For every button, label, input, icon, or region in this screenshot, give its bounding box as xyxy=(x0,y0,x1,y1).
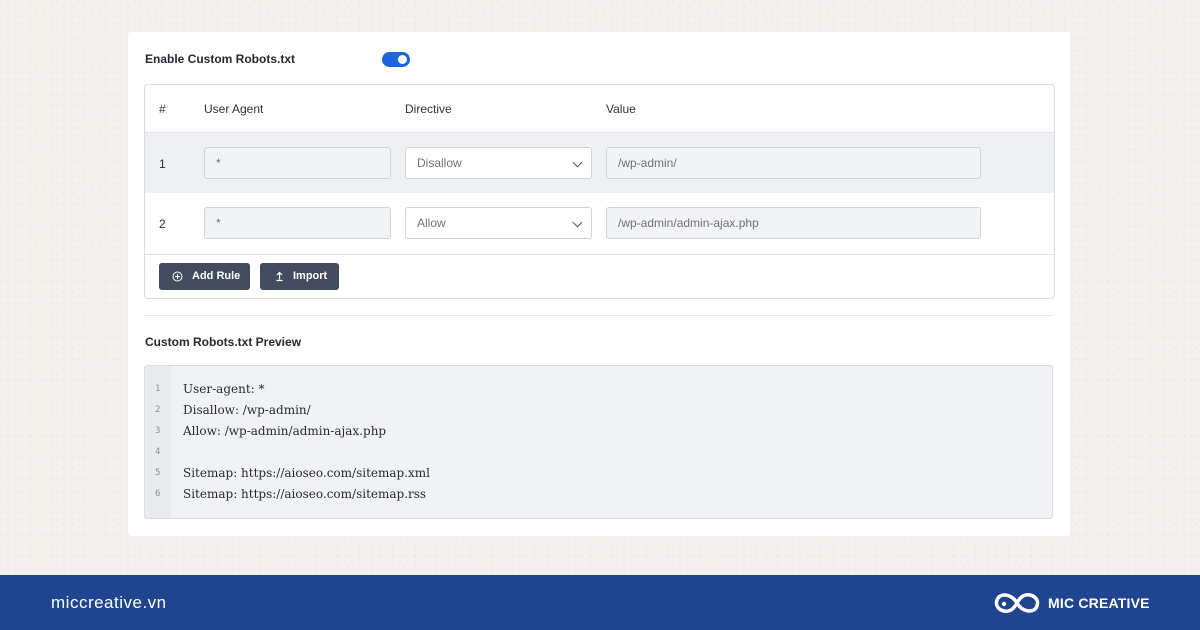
code-line: 4 xyxy=(145,445,1045,465)
line-number: 2 xyxy=(155,405,161,415)
code-text: Disallow: /wp-admin/ xyxy=(183,403,311,417)
add-rule-button[interactable]: Add Rule xyxy=(159,263,250,290)
header-directive: Directive xyxy=(405,102,452,116)
line-number: 3 xyxy=(155,426,161,436)
chevron-down-icon xyxy=(572,157,583,168)
line-number: 1 xyxy=(155,384,161,394)
directive-select-value: Allow xyxy=(417,216,446,230)
brand-name: MIC CREATIVE xyxy=(1048,595,1150,611)
code-line: 3 Allow: /wp-admin/admin-ajax.php xyxy=(145,424,1045,444)
robots-settings-card: Enable Custom Robots.txt # User Agent Di… xyxy=(128,32,1070,536)
site-url: miccreative.vn xyxy=(51,593,167,612)
line-number: 4 xyxy=(155,447,161,457)
add-rule-label: Add Rule xyxy=(192,270,241,282)
rules-table: # User Agent Directive Value 1 * Disallo… xyxy=(144,84,1055,299)
value-input[interactable]: /wp-admin/admin-ajax.php xyxy=(606,207,981,239)
table-row: 1 * Disallow /wp-admin/ xyxy=(145,132,1054,193)
row-number: 1 xyxy=(159,157,166,171)
header-number: # xyxy=(159,102,166,116)
code-text: User-agent: * xyxy=(183,382,265,396)
section-divider xyxy=(144,315,1053,316)
user-agent-input[interactable]: * xyxy=(204,147,391,179)
infinity-logo-icon xyxy=(992,588,1042,623)
import-label: Import xyxy=(293,270,328,282)
enable-custom-robots-row: Enable Custom Robots.txt xyxy=(145,52,445,76)
user-agent-input[interactable]: * xyxy=(204,207,391,239)
header-user-agent: User Agent xyxy=(204,102,264,116)
row-number: 2 xyxy=(159,217,166,231)
directive-select[interactable]: Allow xyxy=(405,207,592,239)
footer-bar: miccreative.vn MIC CREATIVE xyxy=(0,575,1200,630)
import-button[interactable]: Import xyxy=(260,263,339,290)
enable-custom-robots-label: Enable Custom Robots.txt xyxy=(145,52,296,66)
code-text: Allow: /wp-admin/admin-ajax.php xyxy=(183,424,387,438)
preview-title: Custom Robots.txt Preview xyxy=(145,335,302,349)
toggle-knob xyxy=(398,55,407,64)
robots-preview-code: 1 User-agent: * 2 Disallow: /wp-admin/ 3… xyxy=(144,365,1053,519)
code-text: Sitemap: https://aioseo.com/sitemap.xml xyxy=(183,466,431,480)
plus-circle-icon xyxy=(172,263,183,298)
code-text: Sitemap: https://aioseo.com/sitemap.rss xyxy=(183,487,427,501)
line-number: 6 xyxy=(155,489,161,499)
code-line: 1 User-agent: * xyxy=(145,382,1045,402)
chevron-down-icon xyxy=(572,217,583,228)
enable-custom-robots-toggle[interactable] xyxy=(382,52,410,67)
code-line: 2 Disallow: /wp-admin/ xyxy=(145,403,1045,423)
rules-actions: Add Rule Import xyxy=(145,254,1054,298)
table-row: 2 * Allow /wp-admin/admin-ajax.php xyxy=(145,193,1054,253)
line-number: 5 xyxy=(155,468,161,478)
directive-select-value: Disallow xyxy=(417,156,462,170)
code-line: 5 Sitemap: https://aioseo.com/sitemap.xm… xyxy=(145,466,1045,486)
directive-select[interactable]: Disallow xyxy=(405,147,592,179)
value-input[interactable]: /wp-admin/ xyxy=(606,147,981,179)
brand-logo: MIC CREATIVE xyxy=(992,587,1172,619)
code-line: 6 Sitemap: https://aioseo.com/sitemap.rs… xyxy=(145,487,1045,507)
header-value: Value xyxy=(606,102,636,116)
upload-icon xyxy=(274,263,285,298)
